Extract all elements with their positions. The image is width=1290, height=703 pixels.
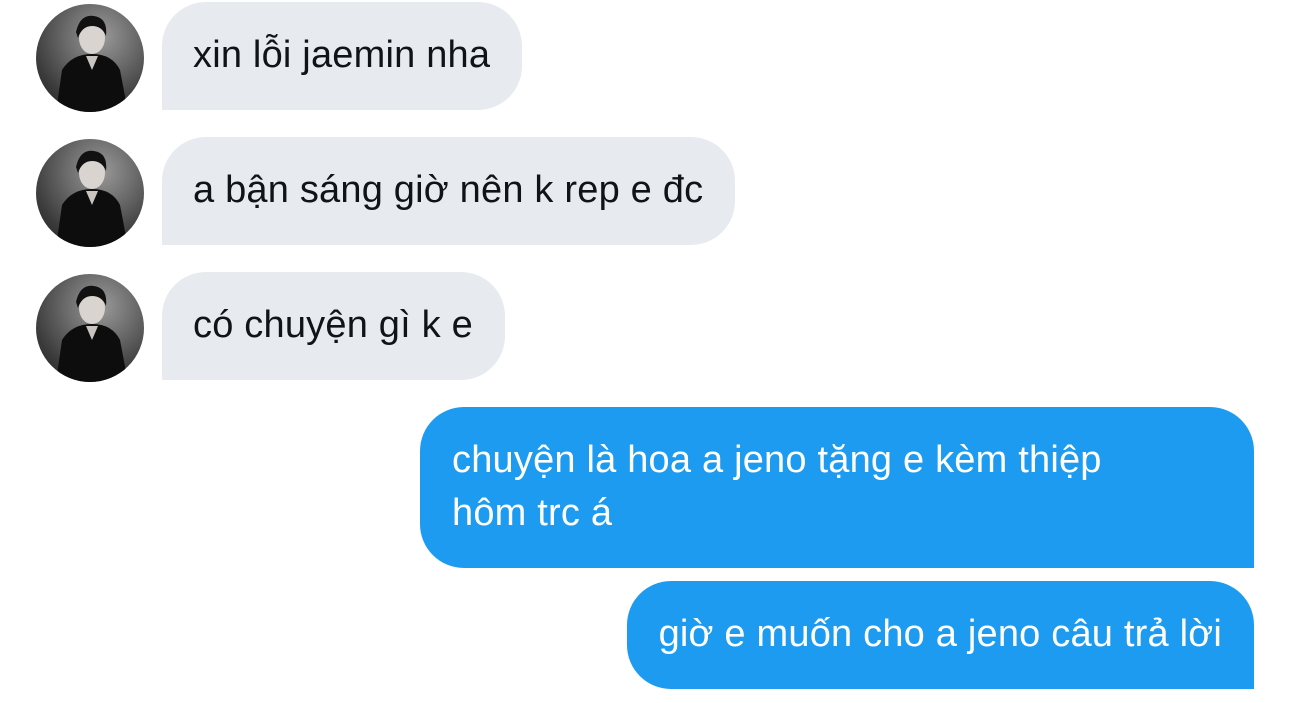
message-text-line: chuyện là hoa a jeno tặng e kèm thiệp — [452, 439, 1102, 481]
message-text: giờ e muốn cho a jeno câu trả lời — [658, 613, 1222, 655]
person-photo-icon — [56, 150, 128, 247]
sender-avatar[interactable] — [36, 4, 144, 112]
received-message-bubble[interactable]: có chuyện gì k e — [162, 272, 505, 380]
received-message-bubble[interactable]: xin lỗi jaemin nha — [162, 2, 523, 110]
person-photo-icon — [56, 15, 128, 112]
person-photo-icon — [56, 285, 128, 382]
sent-message-bubble[interactable]: giờ e muốn cho a jeno câu trả lời — [626, 581, 1254, 689]
received-message-bubble[interactable]: a bận sáng giờ nên k rep e đc — [162, 137, 736, 245]
message-text: có chuyện gì k e — [193, 304, 473, 346]
message-text-line: hôm trc á — [452, 492, 613, 534]
sender-avatar[interactable] — [36, 139, 144, 247]
message-text: a bận sáng giờ nên k rep e đc — [193, 169, 704, 211]
sender-avatar[interactable] — [36, 274, 144, 382]
sent-message-bubble[interactable]: chuyện là hoa a jeno tặng e kèm thiệp hô… — [420, 407, 1254, 568]
conversation-thread: xin lỗi jaemin nha a bận sáng giờ nên k … — [0, 0, 1290, 703]
message-text: xin lỗi jaemin nha — [193, 34, 491, 76]
